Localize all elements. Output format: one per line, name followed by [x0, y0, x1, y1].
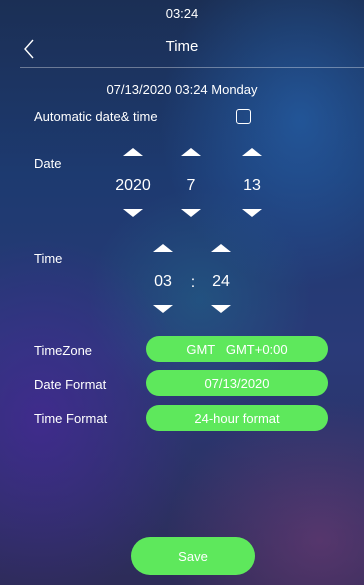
hour-increment-icon[interactable] [153, 244, 173, 252]
day-value: 13 [243, 177, 261, 194]
date-format-label: Date Format [34, 377, 107, 392]
year-increment-icon[interactable] [123, 148, 143, 156]
time-separator: : [190, 274, 196, 291]
day-decrement-icon[interactable] [242, 209, 262, 217]
minute-value: 24 [212, 273, 230, 290]
time-format-select[interactable]: 24-hour format [146, 405, 328, 431]
minute-increment-icon[interactable] [211, 244, 231, 252]
timezone-label: TimeZone [34, 343, 93, 358]
year-decrement-icon[interactable] [123, 209, 143, 217]
date-label: Date [34, 156, 62, 171]
month-decrement-icon[interactable] [181, 209, 201, 217]
day-increment-icon[interactable] [242, 148, 262, 156]
month-value: 7 [186, 177, 196, 194]
time-label: Time [34, 251, 63, 266]
automatic-date-time-checkbox[interactable] [236, 109, 251, 124]
status-bar-time: 03:24 [165, 6, 199, 21]
date-format-select[interactable]: 07/13/2020 [146, 370, 328, 396]
minute-decrement-icon[interactable] [211, 305, 231, 313]
hour-value: 03 [154, 273, 172, 290]
time-format-label: Time Format [34, 411, 108, 426]
hour-decrement-icon[interactable] [153, 305, 173, 313]
header-divider [20, 67, 364, 68]
year-value: 2020 [115, 177, 151, 194]
page-title: Time [165, 38, 199, 55]
current-datetime: 07/13/2020 03:24 Monday [106, 82, 258, 97]
automatic-date-time-label: Automatic date& time [34, 109, 158, 124]
timezone-select[interactable]: GMT GMT+0:00 [146, 336, 328, 362]
save-button[interactable]: Save [131, 537, 255, 575]
month-increment-icon[interactable] [181, 148, 201, 156]
